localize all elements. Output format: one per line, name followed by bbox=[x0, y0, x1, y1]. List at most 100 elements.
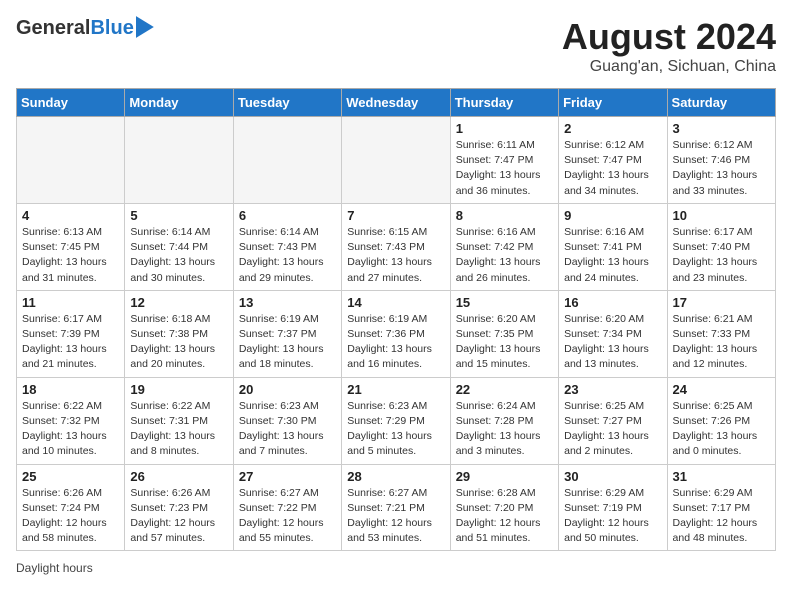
day-info: Sunrise: 6:25 AM Sunset: 7:26 PM Dayligh… bbox=[673, 399, 770, 460]
calendar-day-cell: 31Sunrise: 6:29 AM Sunset: 7:17 PM Dayli… bbox=[667, 464, 775, 551]
day-info: Sunrise: 6:18 AM Sunset: 7:38 PM Dayligh… bbox=[130, 312, 227, 373]
day-info: Sunrise: 6:12 AM Sunset: 7:47 PM Dayligh… bbox=[564, 138, 661, 199]
calendar-day-cell: 5 Sunrise: 6:14 AM Sunset: 7:44 PM Daylig… bbox=[125, 203, 233, 290]
calendar-day-cell: 23 Sunrise: 6:25 AM Sunset: 7:27 PM Dayli… bbox=[559, 377, 667, 464]
calendar-day-cell: 12 Sunrise: 6:18 AM Sunset: 7:38 PM Dayli… bbox=[125, 290, 233, 377]
day-info: Sunrise: 6:29 AM Sunset: 7:19 PM Dayligh… bbox=[564, 486, 661, 547]
logo: GeneralBlue bbox=[16, 16, 154, 40]
calendar-day-cell: 15 Sunrise: 6:20 AM Sunset: 7:35 PM Dayli… bbox=[450, 290, 558, 377]
calendar-day-cell: 28Sunrise: 6:27 AM Sunset: 7:21 PM Dayli… bbox=[342, 464, 450, 551]
day-info: Sunrise: 6:17 AM Sunset: 7:39 PM Dayligh… bbox=[22, 312, 119, 373]
day-info: Sunrise: 6:14 AM Sunset: 7:44 PM Dayligh… bbox=[130, 225, 227, 286]
footer: Daylight hours bbox=[16, 561, 776, 575]
calendar-week-row: 1 Sunrise: 6:11 AM Sunset: 7:47 PM Daylig… bbox=[17, 117, 776, 204]
calendar-day-cell bbox=[17, 117, 125, 204]
day-number: 10 bbox=[673, 208, 770, 223]
calendar-day-cell: 13Sunrise: 6:19 AM Sunset: 7:37 PM Dayli… bbox=[233, 290, 341, 377]
calendar-header-cell: Tuesday bbox=[233, 89, 341, 117]
title-block: August 2024 Guang'an, Sichuan, China bbox=[562, 16, 776, 76]
calendar-day-cell: 20 Sunrise: 6:23 AM Sunset: 7:30 PM Dayli… bbox=[233, 377, 341, 464]
day-number: 3 bbox=[673, 121, 770, 136]
calendar-header-cell: Wednesday bbox=[342, 89, 450, 117]
day-number: 23 bbox=[564, 382, 661, 397]
day-info: Sunrise: 6:11 AM Sunset: 7:47 PM Dayligh… bbox=[456, 138, 553, 199]
calendar-header-cell: Sunday bbox=[17, 89, 125, 117]
page-subtitle: Guang'an, Sichuan, China bbox=[562, 58, 776, 76]
calendar-header-cell: Friday bbox=[559, 89, 667, 117]
day-number: 5 bbox=[130, 208, 227, 223]
day-info: Sunrise: 6:20 AM Sunset: 7:35 PM Dayligh… bbox=[456, 312, 553, 373]
day-number: 7 bbox=[347, 208, 444, 223]
day-info: Sunrise: 6:26 AM Sunset: 7:24 PM Dayligh… bbox=[22, 486, 119, 547]
calendar-week-row: 25 Sunrise: 6:26 AM Sunset: 7:24 PM Dayli… bbox=[17, 464, 776, 551]
calendar-week-row: 4 Sunrise: 6:13 AM Sunset: 7:45 PM Daylig… bbox=[17, 203, 776, 290]
calendar-day-cell: 25 Sunrise: 6:26 AM Sunset: 7:24 PM Dayli… bbox=[17, 464, 125, 551]
calendar-day-cell: 16Sunrise: 6:20 AM Sunset: 7:34 PM Dayli… bbox=[559, 290, 667, 377]
calendar-day-cell bbox=[125, 117, 233, 204]
day-info: Sunrise: 6:23 AM Sunset: 7:29 PM Dayligh… bbox=[347, 399, 444, 460]
page-title: August 2024 bbox=[562, 16, 776, 58]
calendar-day-cell: 14 Sunrise: 6:19 AM Sunset: 7:36 PM Dayli… bbox=[342, 290, 450, 377]
day-info: Sunrise: 6:15 AM Sunset: 7:43 PM Dayligh… bbox=[347, 225, 444, 286]
day-number: 24 bbox=[673, 382, 770, 397]
day-info: Sunrise: 6:21 AM Sunset: 7:33 PM Dayligh… bbox=[673, 312, 770, 373]
day-info: Sunrise: 6:22 AM Sunset: 7:31 PM Dayligh… bbox=[130, 399, 227, 460]
day-info: Sunrise: 6:25 AM Sunset: 7:27 PM Dayligh… bbox=[564, 399, 661, 460]
calendar-week-row: 11 Sunrise: 6:17 AM Sunset: 7:39 PM Dayli… bbox=[17, 290, 776, 377]
calendar-day-cell bbox=[342, 117, 450, 204]
calendar-day-cell: 9 Sunrise: 6:16 AM Sunset: 7:41 PM Daylig… bbox=[559, 203, 667, 290]
day-number: 9 bbox=[564, 208, 661, 223]
calendar-day-cell: 2 Sunrise: 6:12 AM Sunset: 7:47 PM Daylig… bbox=[559, 117, 667, 204]
day-number: 30 bbox=[564, 469, 661, 484]
day-info: Sunrise: 6:14 AM Sunset: 7:43 PM Dayligh… bbox=[239, 225, 336, 286]
day-number: 25 bbox=[22, 469, 119, 484]
day-info: Sunrise: 6:16 AM Sunset: 7:41 PM Dayligh… bbox=[564, 225, 661, 286]
day-info: Sunrise: 6:24 AM Sunset: 7:28 PM Dayligh… bbox=[456, 399, 553, 460]
calendar-day-cell: 11 Sunrise: 6:17 AM Sunset: 7:39 PM Dayli… bbox=[17, 290, 125, 377]
calendar-day-cell: 17 Sunrise: 6:21 AM Sunset: 7:33 PM Dayli… bbox=[667, 290, 775, 377]
day-number: 14 bbox=[347, 295, 444, 310]
calendar-header-cell: Monday bbox=[125, 89, 233, 117]
day-info: Sunrise: 6:16 AM Sunset: 7:42 PM Dayligh… bbox=[456, 225, 553, 286]
day-number: 4 bbox=[22, 208, 119, 223]
day-info: Sunrise: 6:17 AM Sunset: 7:40 PM Dayligh… bbox=[673, 225, 770, 286]
day-number: 21 bbox=[347, 382, 444, 397]
day-number: 1 bbox=[456, 121, 553, 136]
day-number: 6 bbox=[239, 208, 336, 223]
calendar-day-cell: 18Sunrise: 6:22 AM Sunset: 7:32 PM Dayli… bbox=[17, 377, 125, 464]
day-number: 12 bbox=[130, 295, 227, 310]
calendar-day-cell: 22Sunrise: 6:24 AM Sunset: 7:28 PM Dayli… bbox=[450, 377, 558, 464]
calendar-table: SundayMondayTuesdayWednesdayThursdayFrid… bbox=[16, 88, 776, 551]
day-number: 15 bbox=[456, 295, 553, 310]
logo-flag-icon bbox=[136, 16, 154, 38]
calendar-body: 1 Sunrise: 6:11 AM Sunset: 7:47 PM Daylig… bbox=[17, 117, 776, 551]
day-info: Sunrise: 6:27 AM Sunset: 7:21 PM Dayligh… bbox=[347, 486, 444, 547]
day-number: 17 bbox=[673, 295, 770, 310]
day-info: Sunrise: 6:26 AM Sunset: 7:23 PM Dayligh… bbox=[130, 486, 227, 547]
calendar-day-cell: 30 Sunrise: 6:29 AM Sunset: 7:19 PM Dayli… bbox=[559, 464, 667, 551]
day-number: 18 bbox=[22, 382, 119, 397]
day-info: Sunrise: 6:19 AM Sunset: 7:36 PM Dayligh… bbox=[347, 312, 444, 373]
calendar-day-cell: 4 Sunrise: 6:13 AM Sunset: 7:45 PM Daylig… bbox=[17, 203, 125, 290]
calendar-header: SundayMondayTuesdayWednesdayThursdayFrid… bbox=[17, 89, 776, 117]
day-number: 13 bbox=[239, 295, 336, 310]
calendar-day-cell: 3Sunrise: 6:12 AM Sunset: 7:46 PM Daylig… bbox=[667, 117, 775, 204]
calendar-header-cell: Thursday bbox=[450, 89, 558, 117]
calendar-header-cell: Saturday bbox=[667, 89, 775, 117]
calendar-day-cell: 6 Sunrise: 6:14 AM Sunset: 7:43 PM Daylig… bbox=[233, 203, 341, 290]
calendar-day-cell: 29Sunrise: 6:28 AM Sunset: 7:20 PM Dayli… bbox=[450, 464, 558, 551]
page-header: GeneralBlue August 2024 Guang'an, Sichua… bbox=[16, 16, 776, 76]
day-number: 2 bbox=[564, 121, 661, 136]
logo-text: GeneralBlue bbox=[16, 17, 134, 40]
calendar-day-cell: 27Sunrise: 6:27 AM Sunset: 7:22 PM Dayli… bbox=[233, 464, 341, 551]
day-info: Sunrise: 6:13 AM Sunset: 7:45 PM Dayligh… bbox=[22, 225, 119, 286]
day-number: 29 bbox=[456, 469, 553, 484]
calendar-day-cell: 21 Sunrise: 6:23 AM Sunset: 7:29 PM Dayli… bbox=[342, 377, 450, 464]
calendar-day-cell: 8Sunrise: 6:16 AM Sunset: 7:42 PM Daylig… bbox=[450, 203, 558, 290]
day-number: 20 bbox=[239, 382, 336, 397]
footer-text: Daylight hours bbox=[16, 561, 93, 575]
day-number: 11 bbox=[22, 295, 119, 310]
day-number: 19 bbox=[130, 382, 227, 397]
day-number: 27 bbox=[239, 469, 336, 484]
day-info: Sunrise: 6:23 AM Sunset: 7:30 PM Dayligh… bbox=[239, 399, 336, 460]
